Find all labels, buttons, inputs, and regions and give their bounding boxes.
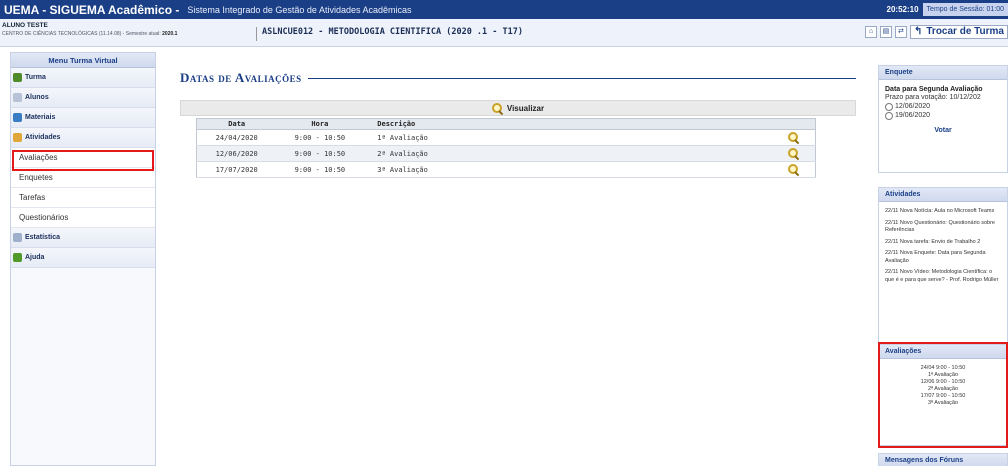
activity-item[interactable]: 22/11 Nova tarefa: Envio de Trabalho 2 — [885, 239, 1001, 247]
activities-list: 22/11 Nova Notícia: Aula no Microsoft Te… — [879, 202, 1007, 294]
sidebar-item-ajuda[interactable]: Ajuda — [11, 248, 155, 268]
poll-option[interactable]: 19/06/2020 — [885, 112, 1001, 120]
activity-item[interactable]: 22/11 Novo Questionário: Questionário so… — [885, 220, 1001, 235]
page-title: Datas de Avaliações — [180, 70, 302, 85]
student-name: ALUNO TESTE — [2, 22, 48, 29]
sidebar: Menu Turma Virtual Turma Alunos Materiais A… — [10, 52, 156, 466]
folder-icon — [13, 133, 22, 142]
evaluations-table: Data Hora Descrição 24/04/2020 9:00 - 10… — [196, 118, 816, 178]
view-legend: Visualizar — [180, 100, 856, 116]
magnifier-icon[interactable] — [787, 164, 799, 175]
sidebar-item-atividades[interactable]: Atividades — [11, 128, 155, 148]
activity-item[interactable]: 22/11 Nova Notícia: Aula no Microsoft Te… — [885, 208, 1001, 216]
main-content: Datas de Avaliações Visualizar Data Hora… — [180, 70, 856, 178]
sidebar-item-label: Atividades — [25, 134, 61, 141]
cell-time: 9:00 - 10:50 — [276, 145, 364, 162]
app-brand: UEMA - SIGUEMA Acadêmico - — [4, 2, 180, 17]
title-rule — [307, 77, 856, 79]
student-info: ALUNO TESTE CENTRO DE CIÊNCIAS TECNOLÓGI… — [2, 22, 177, 38]
sidebar-item-label: Ajuda — [25, 254, 45, 261]
vote-button[interactable]: Votar — [885, 127, 1001, 135]
column-header-time: Hora — [276, 118, 364, 130]
magnifier-icon[interactable] — [787, 132, 799, 143]
table-row: 17/07/2020 9:00 - 10:50 3ª Avaliação — [196, 161, 816, 178]
forum-panel: Mensagens dos Fóruns — [878, 453, 1008, 466]
activity-item[interactable]: 22/11 Novo Vídeo: Metodologia Científica… — [885, 269, 1001, 284]
cell-time: 9:00 - 10:50 — [276, 161, 364, 178]
sidebar-item-label: Materiais — [25, 114, 56, 121]
highlight-avaliacoes — [12, 150, 154, 171]
table-header-row: Data Hora Descrição — [196, 118, 816, 130]
sidebar-item-label: Alunos — [25, 94, 49, 101]
sidebar-item-label: Estatística — [25, 234, 61, 241]
forum-title: Mensagens dos Fóruns — [879, 454, 1007, 466]
swap-class-label: Trocar de Turma — [926, 26, 1004, 37]
sidebar-subitem[interactable]: Tarefas — [11, 188, 155, 208]
poll-option-label: 19/06/2020 — [895, 112, 931, 120]
view-label: Visualizar — [506, 103, 545, 113]
radio-icon[interactable] — [885, 103, 893, 111]
poll-question: Data para Segunda Avaliação — [885, 86, 983, 93]
cell-description: 1ª Avaliação — [363, 129, 772, 146]
sidebar-item-label: Turma — [25, 74, 46, 81]
help-icon — [13, 253, 22, 262]
table-row: 12/06/2020 9:00 - 10:50 2ª Avaliação — [196, 145, 816, 162]
poll-option[interactable]: 12/06/2020 — [885, 103, 1001, 111]
view-button[interactable] — [771, 145, 816, 162]
cell-description: 3ª Avaliação — [363, 161, 772, 178]
poll-option-label: 12/06/2020 — [895, 103, 931, 111]
top-header: UEMA - SIGUEMA Acadêmico - Sistema Integ… — [0, 0, 1008, 19]
view-button[interactable] — [771, 129, 816, 146]
info-bar: ALUNO TESTE CENTRO DE CIÊNCIAS TECNOLÓGI… — [0, 19, 1008, 47]
magnifier-icon — [491, 102, 503, 114]
back-arrow-icon: ↰ — [913, 26, 923, 37]
session-timer: 20:52:10 Tempo de Sessão: 01:00 — [887, 0, 1008, 19]
page-header: Datas de Avaliações — [180, 70, 856, 86]
sidebar-title: Menu Turma Virtual — [11, 53, 155, 68]
sidebar-item-alunos[interactable]: Alunos — [11, 88, 155, 108]
home-icon[interactable]: ⌂ — [864, 26, 877, 38]
poll-body: Data para Segunda Avaliação Prazo para v… — [879, 80, 1007, 141]
semester: 2020.1 — [162, 31, 178, 37]
cell-date: 24/04/2020 — [196, 129, 277, 146]
stats-icon — [13, 233, 22, 242]
people-icon — [13, 73, 22, 82]
column-header-description: Descrição — [363, 118, 772, 130]
radio-icon[interactable] — [885, 112, 893, 120]
activity-item[interactable]: 22/11 Nova Enquete: Data para Segunda Av… — [885, 250, 1001, 265]
sidebar-item-estatistica[interactable]: Estatística — [11, 228, 155, 248]
sidebar-subitem[interactable]: Questionários — [11, 208, 155, 228]
right-column: Enquete Data para Segunda Avaliação Praz… — [878, 60, 1008, 466]
poll-title: Enquete — [879, 66, 1007, 80]
poll-deadline: Prazo para votação: 10/12/202 — [885, 93, 981, 101]
unit-text: CENTRO DE CIÊNCIAS TECNOLÓGICAS (11.14.0… — [2, 31, 161, 37]
cell-date: 17/07/2020 — [196, 161, 277, 178]
toolbar: ⌂ ▤ ⇄ ↰ Trocar de Turma — [864, 25, 1008, 39]
link-icon[interactable]: ⇄ — [894, 26, 907, 38]
cell-description: 2ª Avaliação — [363, 145, 772, 162]
magnifier-icon[interactable] — [787, 148, 799, 159]
column-header-date: Data — [196, 118, 277, 130]
students-icon — [13, 93, 22, 102]
clock: 20:52:10 — [886, 5, 919, 14]
view-button[interactable] — [771, 161, 816, 178]
column-header-actions — [771, 118, 816, 130]
poll-panel: Enquete Data para Segunda Avaliação Praz… — [878, 65, 1008, 173]
student-unit: CENTRO DE CIÊNCIAS TECNOLÓGICAS (11.14.0… — [2, 30, 177, 38]
table-row: 24/04/2020 9:00 - 10:50 1ª Avaliação — [196, 129, 816, 146]
swap-class-button[interactable]: ↰ Trocar de Turma — [909, 25, 1008, 39]
activities-title: Atividades — [879, 188, 1007, 202]
print-icon[interactable]: ▤ — [879, 26, 892, 38]
app-subtitle: Sistema Integrado de Gestão de Atividade… — [187, 4, 412, 15]
sidebar-item-materiais[interactable]: Materiais — [11, 108, 155, 128]
course-title: ASLNCUE012 - METODOLOGIA CIENTIFICA (202… — [256, 27, 523, 41]
highlight-evaluations — [878, 342, 1008, 448]
session-time: Tempo de Sessão: 01:00 — [922, 3, 1008, 16]
sidebar-item-turma[interactable]: Turma — [11, 68, 155, 88]
cell-date: 12/06/2020 — [196, 145, 277, 162]
cell-time: 9:00 - 10:50 — [276, 129, 364, 146]
sidebar-subitem[interactable]: Enquetes — [11, 168, 155, 188]
materials-icon — [13, 113, 22, 122]
